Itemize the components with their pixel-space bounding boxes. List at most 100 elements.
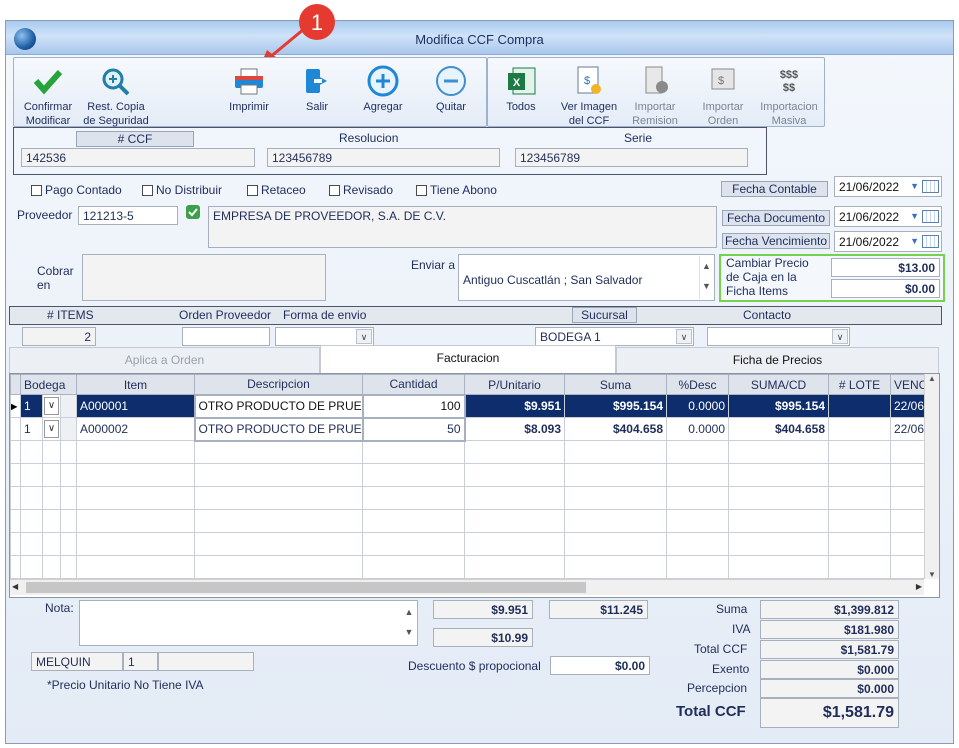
import-remission-label: Importar Remision	[632, 101, 678, 127]
percepcion-value: $0.000	[760, 679, 899, 698]
orden-proveedor-field[interactable]	[182, 327, 270, 346]
cell-item[interactable]: A000002	[76, 417, 195, 441]
add-button[interactable]: Agregar	[350, 64, 416, 114]
cell-desc[interactable]: 0.0000	[666, 394, 729, 418]
user-field: MELQUIN	[31, 652, 123, 671]
verified-check-icon[interactable]	[186, 205, 200, 219]
cell-suma[interactable]: $404.658	[564, 417, 667, 441]
bodega-dropdown[interactable]: ∨	[42, 417, 61, 441]
col-cantidad[interactable]: Cantidad	[362, 374, 465, 395]
col-bodega[interactable]: Bodega	[20, 374, 77, 395]
proveedor-name-field[interactable]: EMPRESA DE PROVEEDOR, S.A. DE C.V.	[208, 206, 717, 248]
cell-bodega[interactable]: 1	[20, 417, 43, 441]
import-order-button[interactable]: $ Importar Orden	[690, 64, 756, 128]
view-image-button[interactable]: $ Ver Imagen del CCF	[556, 64, 622, 128]
table-row[interactable]	[10, 555, 939, 579]
tiene-abono-label: Tiene Abono	[430, 183, 497, 197]
confirm-button[interactable]: Confirmar Modificar	[15, 64, 81, 128]
calendar-icon[interactable]	[922, 235, 939, 248]
cell-descripcion[interactable]: OTRO PRODUCTO DE PRUE	[193, 393, 364, 419]
scroll-thumb[interactable]	[26, 582, 586, 593]
col-lote[interactable]: # LOTE	[828, 374, 891, 395]
mass-import-button[interactable]: $$$ $$ Importacion Masiva	[756, 64, 822, 128]
resolucion-field[interactable]: 123456789	[267, 148, 500, 167]
import-remission-button[interactable]: Importar Remision	[622, 64, 688, 128]
cell-cantidad[interactable]: 50	[361, 416, 466, 442]
cell-bodega[interactable]: 1	[20, 394, 43, 418]
calendar-icon[interactable]	[922, 180, 939, 193]
restore-backup-button[interactable]: Rest. Copia de Seguridad	[83, 64, 149, 128]
tab-ficha-precios[interactable]: Ficha de Precios	[616, 347, 939, 374]
cobrar-field[interactable]	[82, 254, 326, 301]
mass-import-label: Importacion Masiva	[760, 101, 818, 127]
remove-button[interactable]: Quitar	[418, 64, 484, 114]
table-row[interactable]: ▶ 1 ∨ A000001 OTRO PRODUCTO DE PRUE 100 …	[10, 393, 939, 419]
col-descripcion[interactable]: Descripcion	[194, 374, 363, 395]
grid-horizontal-scrollbar[interactable]: ◀ ▶	[10, 579, 924, 595]
tab-facturacion[interactable]: Facturacion	[320, 345, 616, 375]
fecha-documento-picker[interactable]: 21/06/2022 ▼	[834, 206, 942, 227]
scroll-up-icon[interactable]: ▲	[925, 374, 939, 383]
import-order-icon: $	[705, 64, 741, 98]
cell-sumacd[interactable]: $995.154	[728, 394, 829, 418]
cell-cantidad[interactable]: 100	[361, 393, 466, 419]
scroll-left-icon[interactable]: ◀	[12, 582, 18, 591]
fecha-contable-picker[interactable]: 21/06/2022 ▼	[834, 176, 942, 197]
enviar-field[interactable]: Antiguo Cuscatlán ; San Salvador ▲ ▼	[458, 254, 715, 301]
grid-vertical-scrollbar[interactable]: ▲ ▼	[924, 374, 939, 579]
table-row[interactable]: 1 ∨ A000002 OTRO PRODUCTO DE PRUE 50 $8.…	[10, 416, 939, 442]
table-row[interactable]	[10, 509, 939, 533]
pago-contado-checkbox[interactable]: Pago Contado	[31, 183, 122, 197]
calendar-icon[interactable]	[922, 210, 939, 223]
revisado-checkbox[interactable]: Revisado	[329, 183, 393, 197]
cell-punitario[interactable]: $9.951	[464, 394, 565, 418]
row-pointer-icon: ▶	[10, 394, 21, 418]
confirm-label: Confirmar Modificar	[23, 101, 73, 127]
col-sumacd[interactable]: SUMA/CD	[728, 374, 829, 395]
nota-scrollbar[interactable]: ▲ ▼	[402, 602, 416, 644]
descuento-field[interactable]: $0.00	[550, 656, 650, 675]
table-row[interactable]	[10, 463, 939, 487]
col-suma[interactable]: Suma	[564, 374, 667, 395]
dropdown-arrow-icon: ▼	[910, 236, 919, 246]
serie-label: Serie	[624, 131, 653, 145]
items-grid[interactable]: Bodega Item Descripcion Cantidad P/Unita…	[9, 373, 940, 598]
contacto-select[interactable]: ∨	[707, 327, 850, 346]
nota-field[interactable]: ▲ ▼	[79, 600, 418, 646]
cell-lote[interactable]	[828, 417, 891, 441]
table-row[interactable]	[10, 440, 939, 464]
cell-sumacd[interactable]: $404.658	[728, 417, 829, 441]
tab-aplica-orden[interactable]: Aplica a Orden	[9, 347, 320, 374]
cell-desc[interactable]: 0.0000	[666, 417, 729, 441]
bodega-dropdown[interactable]: ∨	[42, 394, 61, 418]
proveedor-code-field[interactable]: 121213-5	[78, 206, 178, 225]
cell-item[interactable]: A000001	[76, 394, 195, 418]
table-row[interactable]	[10, 532, 939, 556]
fecha-vencimiento-picker[interactable]: 21/06/2022 ▼	[834, 231, 942, 252]
forma-envio-select[interactable]: ∨	[275, 327, 374, 346]
serie-field[interactable]: 123456789	[515, 148, 748, 167]
cell-descripcion[interactable]: OTRO PRODUCTO DE PRUE	[193, 416, 364, 442]
col-punitario[interactable]: P/Unitario	[464, 374, 565, 395]
enviar-scrollbar[interactable]: ▲ ▼	[699, 256, 713, 299]
precio-caja-value1[interactable]: $13.00	[831, 258, 940, 277]
cell-punitario[interactable]: $8.093	[464, 417, 565, 441]
view-image-label: Ver Imagen del CCF	[560, 101, 618, 127]
retaceo-checkbox[interactable]: Retaceo	[247, 183, 306, 197]
exit-button[interactable]: Salir	[284, 64, 350, 114]
all-button[interactable]: X Todos	[488, 64, 554, 114]
tiene-abono-checkbox[interactable]: Tiene Abono	[416, 183, 497, 197]
col-desc[interactable]: %Desc	[666, 374, 729, 395]
cell-lote[interactable]	[828, 394, 891, 418]
cell-suma[interactable]: $995.154	[564, 394, 667, 418]
grand-total-value: $1,581.79	[760, 698, 899, 728]
precio-caja-value2[interactable]: $0.00	[831, 279, 940, 298]
print-button[interactable]: Imprimir	[216, 64, 282, 114]
no-distribuir-checkbox[interactable]: No Distribuir	[142, 183, 222, 197]
scroll-right-icon[interactable]: ▶	[916, 582, 922, 591]
table-row[interactable]	[10, 486, 939, 510]
ccf-field[interactable]: 142536	[21, 148, 255, 167]
col-item[interactable]: Item	[76, 374, 195, 395]
scroll-down-icon[interactable]: ▼	[925, 570, 939, 579]
sucursal-select[interactable]: BODEGA 1 ∨	[535, 327, 694, 346]
